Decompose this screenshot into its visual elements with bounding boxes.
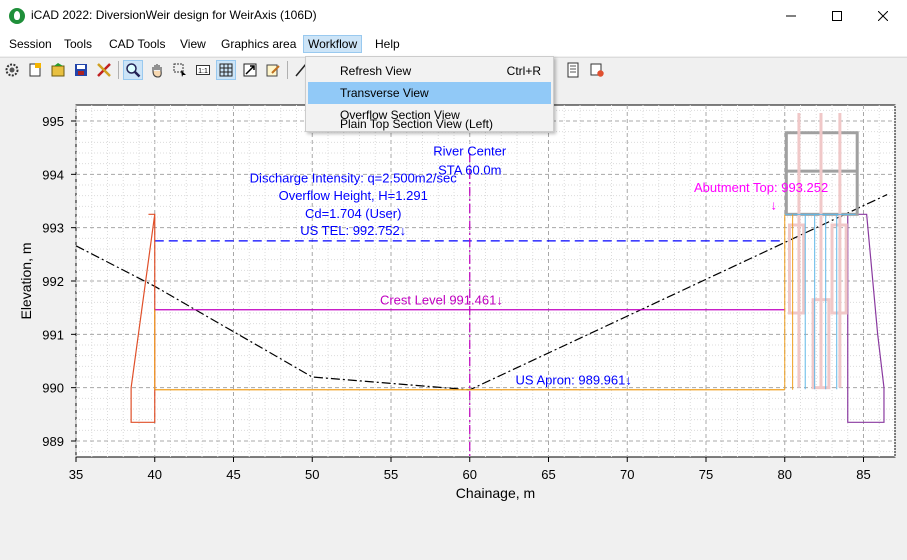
x-tick-label: 85: [856, 467, 870, 482]
graphics-area[interactable]: 35 40 45 50 55 60 65 70 75 80 85 989 990 991 992 993 994…: [0, 82, 907, 555]
x-tick-label: 35: [69, 467, 83, 482]
properties-icon[interactable]: [587, 60, 607, 80]
maximize-button[interactable]: [814, 0, 860, 31]
workflow-dropdown: Refresh View Ctrl+R Transverse View Over…: [305, 56, 554, 132]
pan-hand-icon[interactable]: [147, 60, 167, 80]
menuitem-transverse-view[interactable]: Transverse View: [308, 82, 551, 104]
new-icon[interactable]: [25, 60, 45, 80]
chart-annotation: Crest Level 991.461↓: [380, 292, 503, 307]
y-tick-label: 994: [42, 167, 64, 182]
menu-bar: Session Tools CAD Tools View Graphics ar…: [0, 32, 907, 56]
save-icon[interactable]: [71, 60, 91, 80]
chart-annotation: US TEL: 992.752↓: [300, 223, 406, 238]
fit-1to1-icon[interactable]: 1:1: [193, 60, 213, 80]
title-bar: iCAD 2022: DiversionWeir design for Weir…: [0, 0, 907, 32]
chart-annotation: Cd=1.704 (User): [305, 206, 401, 221]
x-tick-label: 40: [148, 467, 162, 482]
x-tick-label: 45: [226, 467, 240, 482]
y-axis-label: Elevation, m: [18, 242, 34, 319]
edit-icon[interactable]: [263, 60, 283, 80]
y-tick-label: 991: [42, 327, 64, 342]
menu-tools[interactable]: Tools: [60, 35, 96, 53]
x-tick-label: 60: [463, 467, 477, 482]
transverse-view-chart[interactable]: 35 40 45 50 55 60 65 70 75 80 85 989 990 991 992 993 994…: [0, 82, 907, 555]
chart-annotation: ↓: [770, 198, 777, 213]
chart-annotation: Discharge Intensity: q=2.500m2/sec: [250, 170, 458, 185]
menuitem-refresh-view[interactable]: Refresh View Ctrl+R: [308, 60, 551, 82]
chart-annotation: Overflow Height, H=1.291: [279, 188, 428, 203]
menu-graphics-area[interactable]: Graphics area: [217, 35, 300, 53]
x-tick-label: 50: [305, 467, 319, 482]
x-tick-label: 65: [541, 467, 555, 482]
menuitem-label: Plain Top Section View (Left): [340, 117, 493, 131]
menu-cad-tools[interactable]: CAD Tools: [105, 35, 169, 53]
menuitem-plain-top-section-view[interactable]: Plain Top Section View (Left): [308, 117, 551, 131]
x-tick-label: 75: [699, 467, 713, 482]
tools-icon[interactable]: [94, 60, 114, 80]
close-button[interactable]: [860, 0, 906, 31]
zoom-extents-icon[interactable]: [240, 60, 260, 80]
x-tick-label: 70: [620, 467, 634, 482]
window-title: iCAD 2022: DiversionWeir design for Weir…: [31, 8, 317, 22]
menu-workflow[interactable]: Workflow: [303, 35, 363, 53]
open-icon[interactable]: [48, 60, 68, 80]
menuitem-shortcut: Ctrl+R: [506, 64, 541, 78]
y-tick-label: 995: [42, 114, 64, 129]
y-tick-label: 992: [42, 274, 64, 289]
x-tick-label: 80: [778, 467, 792, 482]
y-tick-label: 990: [42, 381, 64, 396]
menuitem-label: Refresh View: [340, 64, 412, 78]
print-icon[interactable]: [563, 60, 583, 80]
chart-annotation: Abutment Top: 993.252: [694, 180, 828, 195]
gear-icon[interactable]: [2, 60, 22, 80]
menu-session[interactable]: Session: [5, 35, 56, 53]
chart-annotation: US Apron: 989.961↓: [516, 372, 632, 387]
menu-view[interactable]: View: [176, 35, 210, 53]
app-logo-icon: [9, 8, 25, 24]
y-tick-label: 993: [42, 221, 64, 236]
y-tick-label: 989: [42, 434, 64, 449]
zoom-icon[interactable]: [123, 60, 143, 80]
menu-help[interactable]: Help: [371, 35, 404, 53]
x-tick-label: 55: [384, 467, 398, 482]
select-window-icon[interactable]: [170, 60, 190, 80]
x-axis-label: Chainage, m: [456, 485, 535, 501]
svg-text:1:1: 1:1: [198, 68, 208, 75]
grid-icon[interactable]: [216, 60, 236, 80]
minimize-button[interactable]: [768, 0, 814, 31]
menuitem-label: Transverse View: [340, 86, 429, 100]
chart-annotation: River Center: [433, 144, 507, 159]
